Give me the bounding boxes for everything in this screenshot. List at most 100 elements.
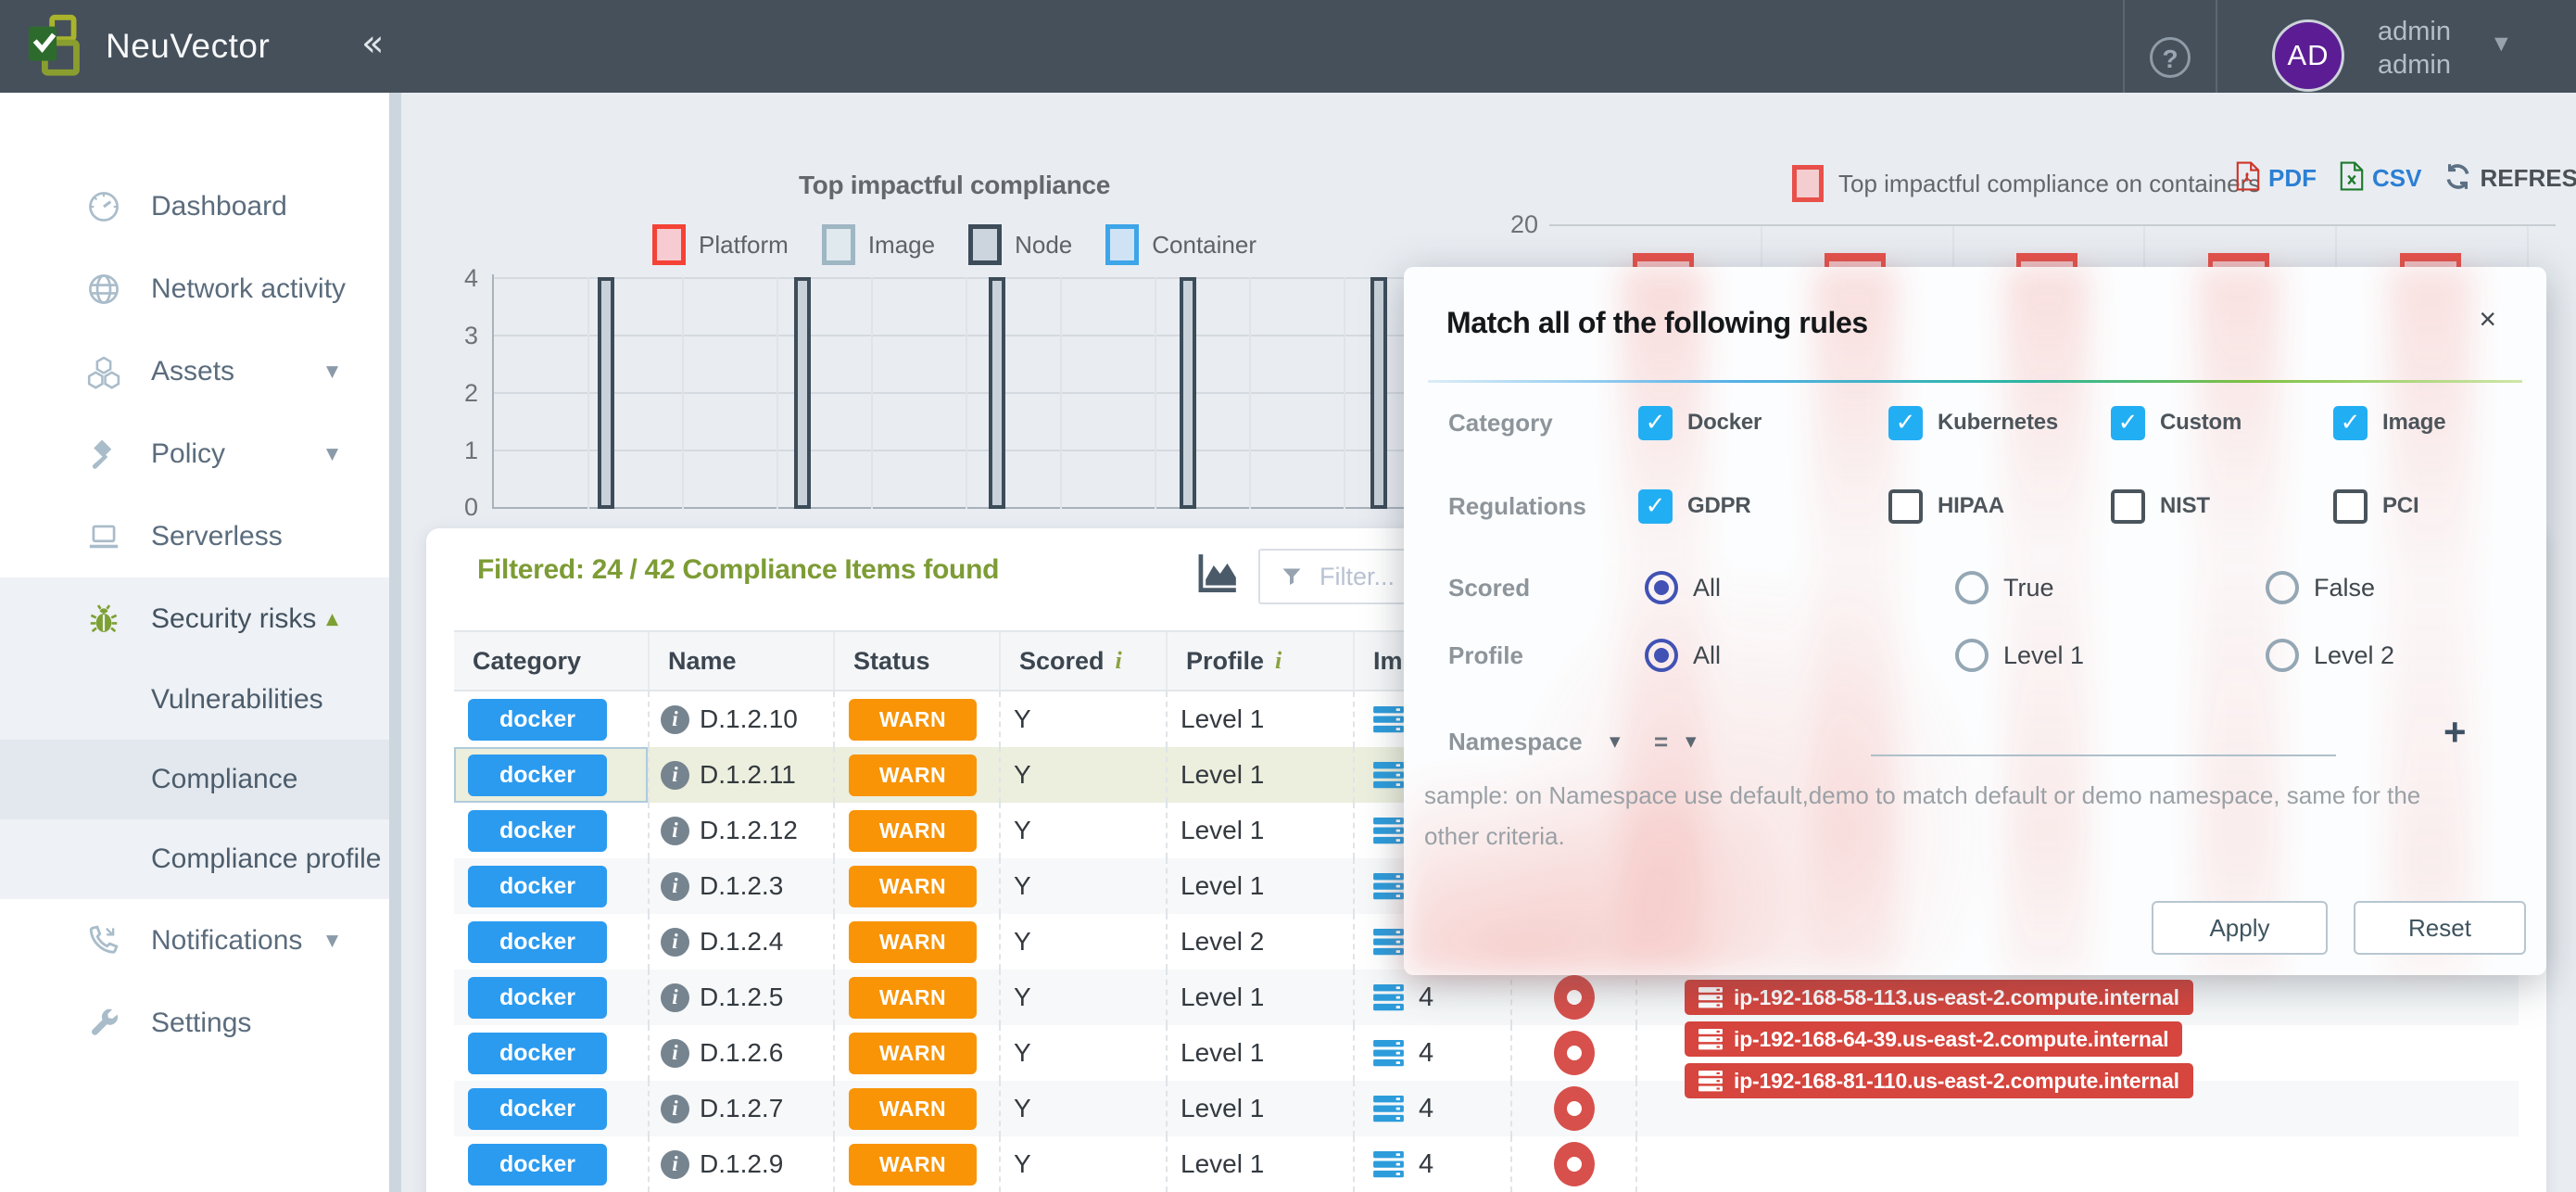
legend-swatch [652, 224, 686, 265]
sidebar-item-label: Network activity [151, 273, 346, 305]
user-menu[interactable]: admin admin [2378, 15, 2451, 82]
impacted-node-badge[interactable]: ip-192-168-64-39.us-east-2.compute.inter… [1685, 1021, 2182, 1057]
radio-all[interactable]: All [1645, 564, 1721, 612]
info-icon[interactable]: i [661, 761, 689, 790]
checkbox-pci[interactable]: PCI [2333, 482, 2418, 530]
header-divider [2123, 0, 2125, 93]
radio-all[interactable]: All [1645, 631, 1721, 679]
right-legend-swatch [1792, 165, 1824, 202]
column-header-category[interactable]: Category [454, 632, 648, 690]
checkbox-gdpr[interactable]: ✓ GDPR [1638, 482, 1751, 530]
sidebar-item-compliance-profile[interactable]: Compliance profile [0, 819, 389, 899]
info-icon[interactable]: i [661, 983, 689, 1012]
chevron-down-icon[interactable]: ▼ [1686, 717, 1697, 766]
sidebar-item-vulnerabilities[interactable]: Vulnerabilities [0, 660, 389, 740]
sidebar-item-compliance[interactable]: Compliance [0, 740, 389, 819]
sidebar-item-label: Security risks [151, 603, 316, 635]
export-csv-button[interactable]: CSV [2339, 161, 2421, 196]
sidebar-item-assets[interactable]: Assets▼ [0, 330, 389, 412]
legend-item-platform: Platform [652, 224, 789, 265]
impact-indicator-icon [1554, 975, 1595, 1020]
reset-button[interactable]: Reset [2354, 901, 2526, 955]
funnel-icon [1281, 565, 1303, 588]
refresh-button[interactable]: REFRESH [2443, 162, 2576, 196]
impacted-node-badge[interactable]: ip-192-168-58-113.us-east-2.compute.inte… [1685, 980, 2193, 1015]
sidebar-item-network-activity[interactable]: Network activity [0, 247, 389, 330]
radio-true[interactable]: True [1955, 564, 2054, 612]
category-badge: docker [468, 1144, 607, 1186]
info-icon[interactable]: i [661, 1150, 689, 1179]
namespace-select[interactable]: Namespace [1448, 717, 1583, 766]
left-chart-title: Top impactful compliance [463, 171, 1446, 200]
sidebar-item-serverless[interactable]: Serverless [0, 495, 389, 577]
sidebar-item-settings[interactable]: Settings [0, 982, 389, 1064]
radio-false[interactable]: False [2266, 564, 2375, 612]
radio-level-1[interactable]: Level 1 [1955, 631, 2084, 679]
info-icon[interactable]: i [661, 1039, 689, 1068]
status-badge: WARN [849, 810, 977, 852]
export-pdf-button[interactable]: PDF [2235, 161, 2317, 196]
checkbox-box: ✓ [1638, 489, 1673, 524]
help-icon[interactable]: ? [2150, 37, 2191, 78]
scored-info-icon[interactable]: i [1116, 647, 1122, 675]
close-icon[interactable]: × [2479, 304, 2496, 334]
info-icon[interactable]: i [661, 872, 689, 901]
profile-cell: Level 1 [1166, 858, 1353, 914]
table-row-D.1.2.9[interactable]: dockeriD.1.2.9WARNYLevel 14 [454, 1136, 2519, 1192]
sidebar-collapse-button[interactable]: « [361, 0, 384, 93]
info-icon[interactable]: i [661, 1095, 689, 1123]
add-criterion-button[interactable]: + [2443, 710, 2467, 755]
category-row-label: Category [1448, 399, 1553, 447]
operator-select[interactable]: = [1654, 717, 1668, 766]
profile-info-icon[interactable]: i [1275, 647, 1282, 675]
chevron-down-icon[interactable]: ▼ [1610, 717, 1621, 766]
column-header-profile[interactable]: Profilei [1166, 632, 1353, 690]
column-header-name[interactable]: Name [648, 632, 833, 690]
sidebar-item-dashboard[interactable]: Dashboard [0, 165, 389, 247]
header-divider [2216, 0, 2217, 93]
sidebar-item-label: Notifications [151, 925, 302, 957]
chart-view-toggle-button[interactable] [1193, 551, 1240, 597]
sidebar-scrollbar[interactable] [389, 93, 401, 1192]
refresh-icon [2443, 162, 2472, 196]
category-badge: docker [468, 1088, 607, 1130]
info-icon[interactable]: i [661, 705, 689, 734]
impacted-node-badge[interactable]: ip-192-168-81-110.us-east-2.compute.inte… [1685, 1063, 2193, 1098]
sidebar-item-notifications[interactable]: Notifications ▼ [0, 899, 389, 982]
left-chart-bar [1370, 277, 1387, 509]
checkbox-box: ✓ [1638, 406, 1673, 440]
name-cell: iD.1.2.5 [648, 970, 833, 1025]
info-icon[interactable]: i [661, 817, 689, 845]
column-header-scored[interactable]: Scoredi [999, 632, 1166, 690]
checkbox-custom[interactable]: ✓Custom [2111, 399, 2241, 447]
apply-button[interactable]: Apply [2152, 901, 2328, 955]
checkbox-label: GDPR [1687, 493, 1751, 519]
sidebar-item-security-risks[interactable]: Security risks▲ [0, 577, 389, 660]
nodes-icon [1373, 984, 1404, 1011]
checkbox-image[interactable]: ✓Image [2333, 399, 2445, 447]
table-row-D.1.2.5[interactable]: dockeriD.1.2.5WARNYLevel 14 [454, 970, 2519, 1025]
status-badge: WARN [849, 977, 977, 1019]
status-cell: WARN [833, 747, 999, 803]
checkbox-nist[interactable]: NIST [2111, 482, 2210, 530]
column-header-status[interactable]: Status [833, 632, 999, 690]
checkbox-hipaa[interactable]: HIPAA [1888, 482, 2004, 530]
table-row-D.1.2.6[interactable]: dockeriD.1.2.6WARNYLevel 14 [454, 1025, 2519, 1081]
name-cell: iD.1.2.4 [648, 914, 833, 970]
category-badge: docker [468, 921, 607, 963]
namespace-value-input[interactable] [1871, 755, 2336, 756]
avatar[interactable]: AD [2272, 19, 2344, 92]
radio-level-2[interactable]: Level 2 [2266, 631, 2394, 679]
sidebar-item-policy[interactable]: Policy▼ [0, 412, 389, 495]
impact-cell: 4 [1353, 970, 1510, 1025]
table-row-D.1.2.7[interactable]: dockeriD.1.2.7WARNYLevel 14 [454, 1081, 2519, 1136]
checkbox-box: ✓ [1888, 406, 1923, 440]
chevron-down-icon: ▼ [326, 932, 338, 950]
checkbox-docker[interactable]: ✓Docker [1638, 399, 1762, 447]
nodes-icon [1373, 1151, 1404, 1178]
chevron-down-icon[interactable]: ▼ [2494, 33, 2508, 54]
checkbox-kubernetes[interactable]: ✓Kubernetes [1888, 399, 2058, 447]
neuvector-app: Top impactful compliance PlatformImageNo… [0, 0, 2576, 1192]
info-icon[interactable]: i [661, 928, 689, 957]
scored-value: Y [1014, 760, 1031, 790]
